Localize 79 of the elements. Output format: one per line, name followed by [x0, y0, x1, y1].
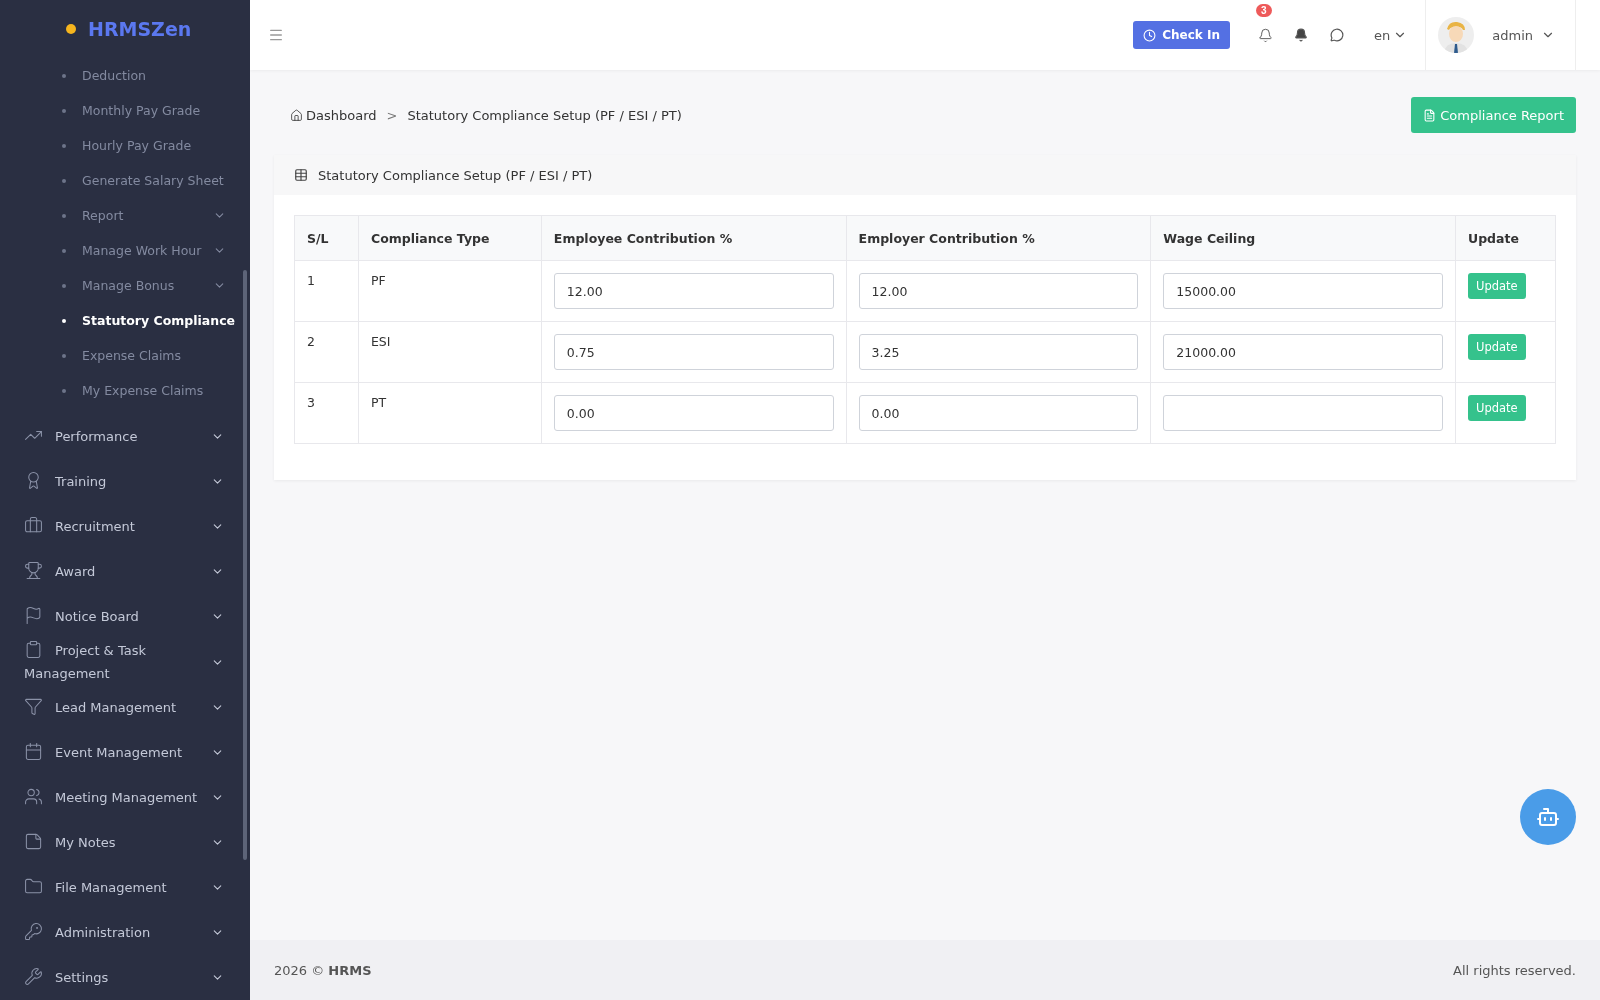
table-cell: 2: [294, 321, 359, 383]
table-cell: 1: [294, 260, 359, 322]
wrench-icon: [24, 967, 43, 986]
breadcrumb-current: Statutory Compliance Setup (PF / ESI / PT): [407, 107, 682, 123]
avatar[interactable]: [1438, 17, 1475, 53]
bell-icon: [1294, 28, 1308, 42]
sidebar-item[interactable]: Event Management: [0, 730, 250, 775]
input-field[interactable]: 0.75: [553, 334, 834, 370]
folder-icon: [24, 877, 43, 896]
menu-icon[interactable]: [268, 27, 284, 43]
copyright-text: 2026 © HRMS: [274, 962, 372, 978]
scrollbar-thumb[interactable]: [243, 270, 247, 860]
sidebar-item[interactable]: Award: [0, 549, 250, 594]
input-field[interactable]: [1163, 395, 1443, 431]
logo-dot-icon: [66, 24, 76, 34]
brand-name: HRMSZen: [88, 18, 192, 40]
sidebar-subitem[interactable]: Deduction: [0, 58, 250, 93]
sidebar-item[interactable]: Notice Board: [0, 594, 250, 639]
clock-icon: [1143, 28, 1157, 42]
sidebar-subitem[interactable]: Report: [0, 198, 250, 233]
home-icon: [290, 108, 303, 122]
sidebar-subitem[interactable]: Manage Bonus: [0, 268, 250, 303]
input-field[interactable]: 21000.00: [1163, 334, 1443, 370]
language-selector[interactable]: en: [1368, 26, 1414, 44]
sidebar-item[interactable]: My Notes: [0, 820, 250, 865]
sidebar-item[interactable]: Performance: [0, 414, 250, 459]
input-field[interactable]: 12.00: [858, 273, 1139, 309]
person-icon: [1443, 21, 1470, 53]
sidebar-subitem[interactable]: Statutory Compliance: [0, 303, 250, 338]
notification-count: 3: [1256, 4, 1272, 17]
table-icon: [294, 168, 308, 182]
table-cell: 3: [294, 382, 359, 444]
calendar-icon: [24, 742, 43, 761]
column-header: S/L: [294, 215, 359, 261]
column-header: Employee Contribution %: [541, 215, 847, 261]
user-menu[interactable]: admin: [1486, 26, 1561, 44]
trophy-icon: [24, 561, 43, 580]
check-in-button[interactable]: Check In: [1133, 21, 1230, 49]
note-icon: [24, 832, 43, 851]
breadcrumb-link[interactable]: Dashboard: [290, 107, 377, 123]
sidebar-subitem[interactable]: Monthly Pay Grade: [0, 93, 250, 128]
funnel-icon: [24, 697, 43, 716]
flag-icon: [24, 606, 43, 625]
key-icon: [24, 922, 43, 941]
sidebar-subitem[interactable]: Expense Claims: [0, 338, 250, 373]
robot-icon: [1536, 805, 1560, 829]
sidebar-item[interactable]: Recruitment: [0, 504, 250, 549]
card-title: Statutory Compliance Setup (PF / ESI / PT): [318, 167, 593, 183]
sidebar-subitem[interactable]: Generate Salary Sheet: [0, 163, 250, 198]
bell-icon: [1257, 27, 1273, 43]
people-icon: [24, 787, 43, 806]
column-header: Compliance Type: [358, 215, 542, 261]
column-header: Update: [1455, 215, 1556, 261]
sidebar-item[interactable]: Project & Task Management: [0, 639, 250, 685]
sidebar-item[interactable]: Lead Management: [0, 685, 250, 730]
sidebar-item[interactable]: Meeting Management: [0, 775, 250, 820]
column-header: Employer Contribution %: [846, 215, 1151, 261]
input-field[interactable]: 0.00: [858, 395, 1139, 431]
breadcrumb-separator: >: [386, 107, 398, 123]
table-cell: PF: [358, 260, 542, 322]
sidebar-item[interactable]: Administration: [0, 910, 250, 955]
table-cell: PT: [358, 382, 542, 444]
rights-text: All rights reserved.: [1453, 962, 1576, 978]
document-icon: [1423, 108, 1437, 122]
sidebar-subitem[interactable]: My Expense Claims: [0, 373, 250, 408]
sidebar-item[interactable]: Settings: [0, 955, 250, 1000]
sidebar-subitem[interactable]: Manage Work Hour: [0, 233, 250, 268]
briefcase-icon: [24, 516, 43, 535]
input-field[interactable]: 12.00: [553, 273, 834, 309]
table-cell: ESI: [358, 321, 542, 383]
input-field[interactable]: 15000.00: [1163, 273, 1443, 309]
clipboard-icon: [24, 640, 43, 659]
column-header: Wage Ceiling: [1150, 215, 1456, 261]
sidebar-item[interactable]: Training: [0, 459, 250, 504]
chat-icon: [1330, 28, 1344, 42]
sidebar-item[interactable]: File Management: [0, 865, 250, 910]
sidebar-subitem[interactable]: Hourly Pay Grade: [0, 128, 250, 163]
input-field[interactable]: 0.00: [553, 395, 834, 431]
input-field[interactable]: 3.25: [858, 334, 1139, 370]
